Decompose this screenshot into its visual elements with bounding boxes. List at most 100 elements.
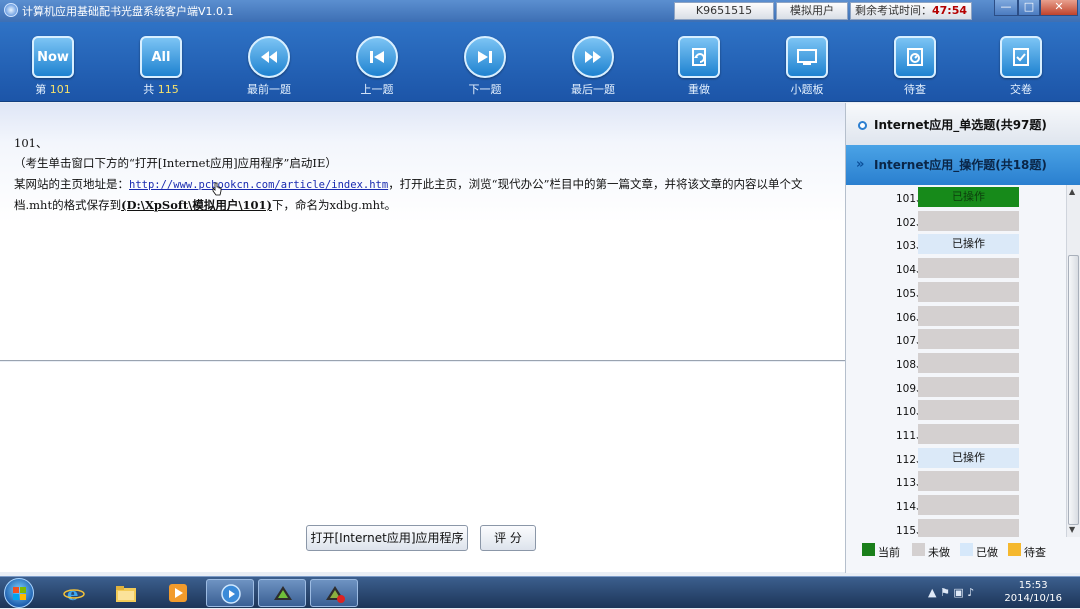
question-list-item[interactable]: 108、 (846, 352, 1066, 375)
question-list-item[interactable]: 111、 (846, 424, 1066, 446)
question-navigator: Internet应用_单选题(共97题) » Internet应用_操作题(共1… (845, 103, 1080, 573)
question-status-cell[interactable]: 已操作 (918, 187, 1019, 207)
submit-icon (1000, 36, 1042, 78)
explorer-taskbar-button[interactable] (102, 579, 150, 607)
legend-swatch (912, 543, 925, 556)
review-later-icon (894, 36, 936, 78)
scroll-down-icon[interactable]: ▼ (1069, 525, 1075, 534)
previous-question-label: 上一题 (360, 83, 394, 96)
taskbar: e ▲ ⚑ ▣ ♪ 15:53 2014/10/16 (0, 576, 1080, 608)
question-status-cell[interactable] (918, 424, 1019, 444)
question-status-cell[interactable] (918, 305, 1019, 326)
legend-swatch (862, 543, 875, 556)
review-later-button[interactable]: 待查 (870, 22, 960, 102)
current-question-label: 第 (35, 83, 47, 96)
maximize-button[interactable]: □ (1018, 0, 1040, 16)
ie-taskbar-button[interactable]: e (50, 579, 98, 607)
previous-question-button[interactable]: 上一题 (332, 22, 422, 102)
media-player-icon (169, 584, 187, 602)
folder-icon (116, 586, 136, 602)
question-status-cell[interactable] (918, 518, 1019, 537)
section-single-choice[interactable]: Internet应用_单选题(共97题) (846, 105, 1080, 145)
last-question-label: 最后一题 (571, 83, 615, 96)
redo-label: 重做 (688, 83, 710, 96)
ie-icon: e (63, 584, 85, 603)
media-player-taskbar-button[interactable] (154, 579, 202, 607)
first-question-button[interactable]: 最前一题 (224, 22, 314, 102)
question-board-button[interactable]: 小题板 (762, 22, 852, 102)
now-icon: Now (32, 36, 74, 78)
save-path: (D:\XpSoft\模拟用户\101) (121, 198, 272, 212)
submit-label: 交卷 (1010, 83, 1032, 96)
section-operation[interactable]: » Internet应用_操作题(共18题) (846, 145, 1080, 185)
close-button[interactable]: ✕ (1040, 0, 1078, 16)
last-question-button[interactable]: 最后一题 (548, 22, 638, 102)
redo-button[interactable]: 重做 (654, 22, 744, 102)
exam-client-taskbar-button[interactable] (310, 579, 358, 607)
question-status-cell[interactable] (918, 471, 1019, 492)
exam-app-icon (274, 586, 292, 600)
scroll-up-icon[interactable]: ▲ (1069, 187, 1075, 196)
question-status-cell[interactable] (918, 376, 1019, 397)
previous-question-icon (356, 36, 398, 78)
question-status-cell[interactable] (918, 400, 1019, 421)
question-status-cell[interactable]: 已操作 (918, 447, 1019, 468)
clock[interactable]: 15:53 2014/10/16 (1004, 579, 1062, 605)
question-board-icon (786, 36, 828, 78)
exam-id-box: K9651515 (674, 2, 774, 20)
question-number: 101、 (14, 136, 48, 150)
legend-label: 当前 (878, 546, 900, 559)
question-list-item[interactable]: 114、 (846, 495, 1066, 517)
question-list-item[interactable]: 109、 (846, 376, 1066, 399)
media-center-taskbar-button[interactable] (206, 579, 254, 607)
exam-app-taskbar-button[interactable] (258, 579, 306, 607)
grade-button[interactable]: 评 分 (480, 525, 536, 551)
question-list-item[interactable]: 105、 (846, 281, 1066, 304)
clock-time: 15:53 (1018, 580, 1048, 591)
question-status-cell[interactable] (918, 352, 1019, 373)
exam-client-icon (326, 586, 345, 603)
toolbar: Now 第 101 All 共 115 最前一题 上一题 下一题 最后一题 重做 (0, 22, 1080, 102)
mouse-cursor-icon (212, 182, 222, 196)
all-icon: All (140, 36, 182, 78)
question-list-item[interactable]: 115、 (846, 518, 1066, 537)
question-url-link[interactable]: http://www.pcbookcn.com/article/index.ht… (129, 179, 388, 191)
question-list-scrollbar[interactable]: ▲ ▼ (1066, 185, 1080, 537)
current-question-button[interactable]: Now 第 101 (8, 22, 98, 102)
app-icon (4, 3, 18, 17)
windows-logo-icon (13, 587, 26, 600)
title-bar: 计算机应用基础配书光盘系统客户端V1.0.1 K9651515 模拟用户 剩余考… (0, 0, 1080, 22)
question-status-cell[interactable] (918, 258, 1019, 279)
question-status-cell[interactable] (918, 329, 1019, 350)
minimize-button[interactable]: — (994, 0, 1018, 16)
user-box: 模拟用户 (776, 2, 848, 20)
question-list-item[interactable]: 101、 已操作 (846, 187, 1066, 209)
open-app-button[interactable]: 打开[Internet应用]应用程序 (306, 525, 468, 551)
question-list-item[interactable]: 112、 已操作 (846, 447, 1066, 470)
total-questions-button[interactable]: All 共 115 (116, 22, 206, 102)
timer-label: 剩余考试时间： (854, 4, 932, 17)
question-status-cell[interactable] (918, 495, 1019, 516)
tray-icons[interactable]: ▲ ⚑ ▣ ♪ (928, 586, 974, 599)
scroll-thumb[interactable] (1068, 255, 1079, 525)
next-question-label: 下一题 (468, 83, 502, 96)
question-list-item[interactable]: 106、 (846, 305, 1066, 328)
question-status-cell[interactable] (918, 281, 1019, 302)
window-title: 计算机应用基础配书光盘系统客户端V1.0.1 (22, 5, 234, 18)
question-list-item[interactable]: 110、 (846, 400, 1066, 422)
first-question-label: 最前一题 (247, 83, 291, 96)
question-status-cell[interactable] (918, 210, 1019, 231)
question-list-item[interactable]: 103、 已操作 (846, 234, 1066, 256)
next-question-icon (464, 36, 506, 78)
question-list-item[interactable]: 102、 (846, 210, 1066, 233)
exam-id: K9651515 (695, 4, 753, 17)
start-button[interactable] (4, 578, 34, 608)
redo-icon (678, 36, 720, 78)
submit-button[interactable]: 交卷 (976, 22, 1066, 102)
question-list-item[interactable]: 113、 (846, 471, 1066, 493)
question-list-item[interactable]: 107、 (846, 329, 1066, 351)
timer-box: 剩余考试时间：47:54 (850, 2, 972, 20)
question-list-item[interactable]: 104、 (846, 258, 1066, 280)
question-status-cell[interactable]: 已操作 (918, 234, 1019, 255)
next-question-button[interactable]: 下一题 (440, 22, 530, 102)
